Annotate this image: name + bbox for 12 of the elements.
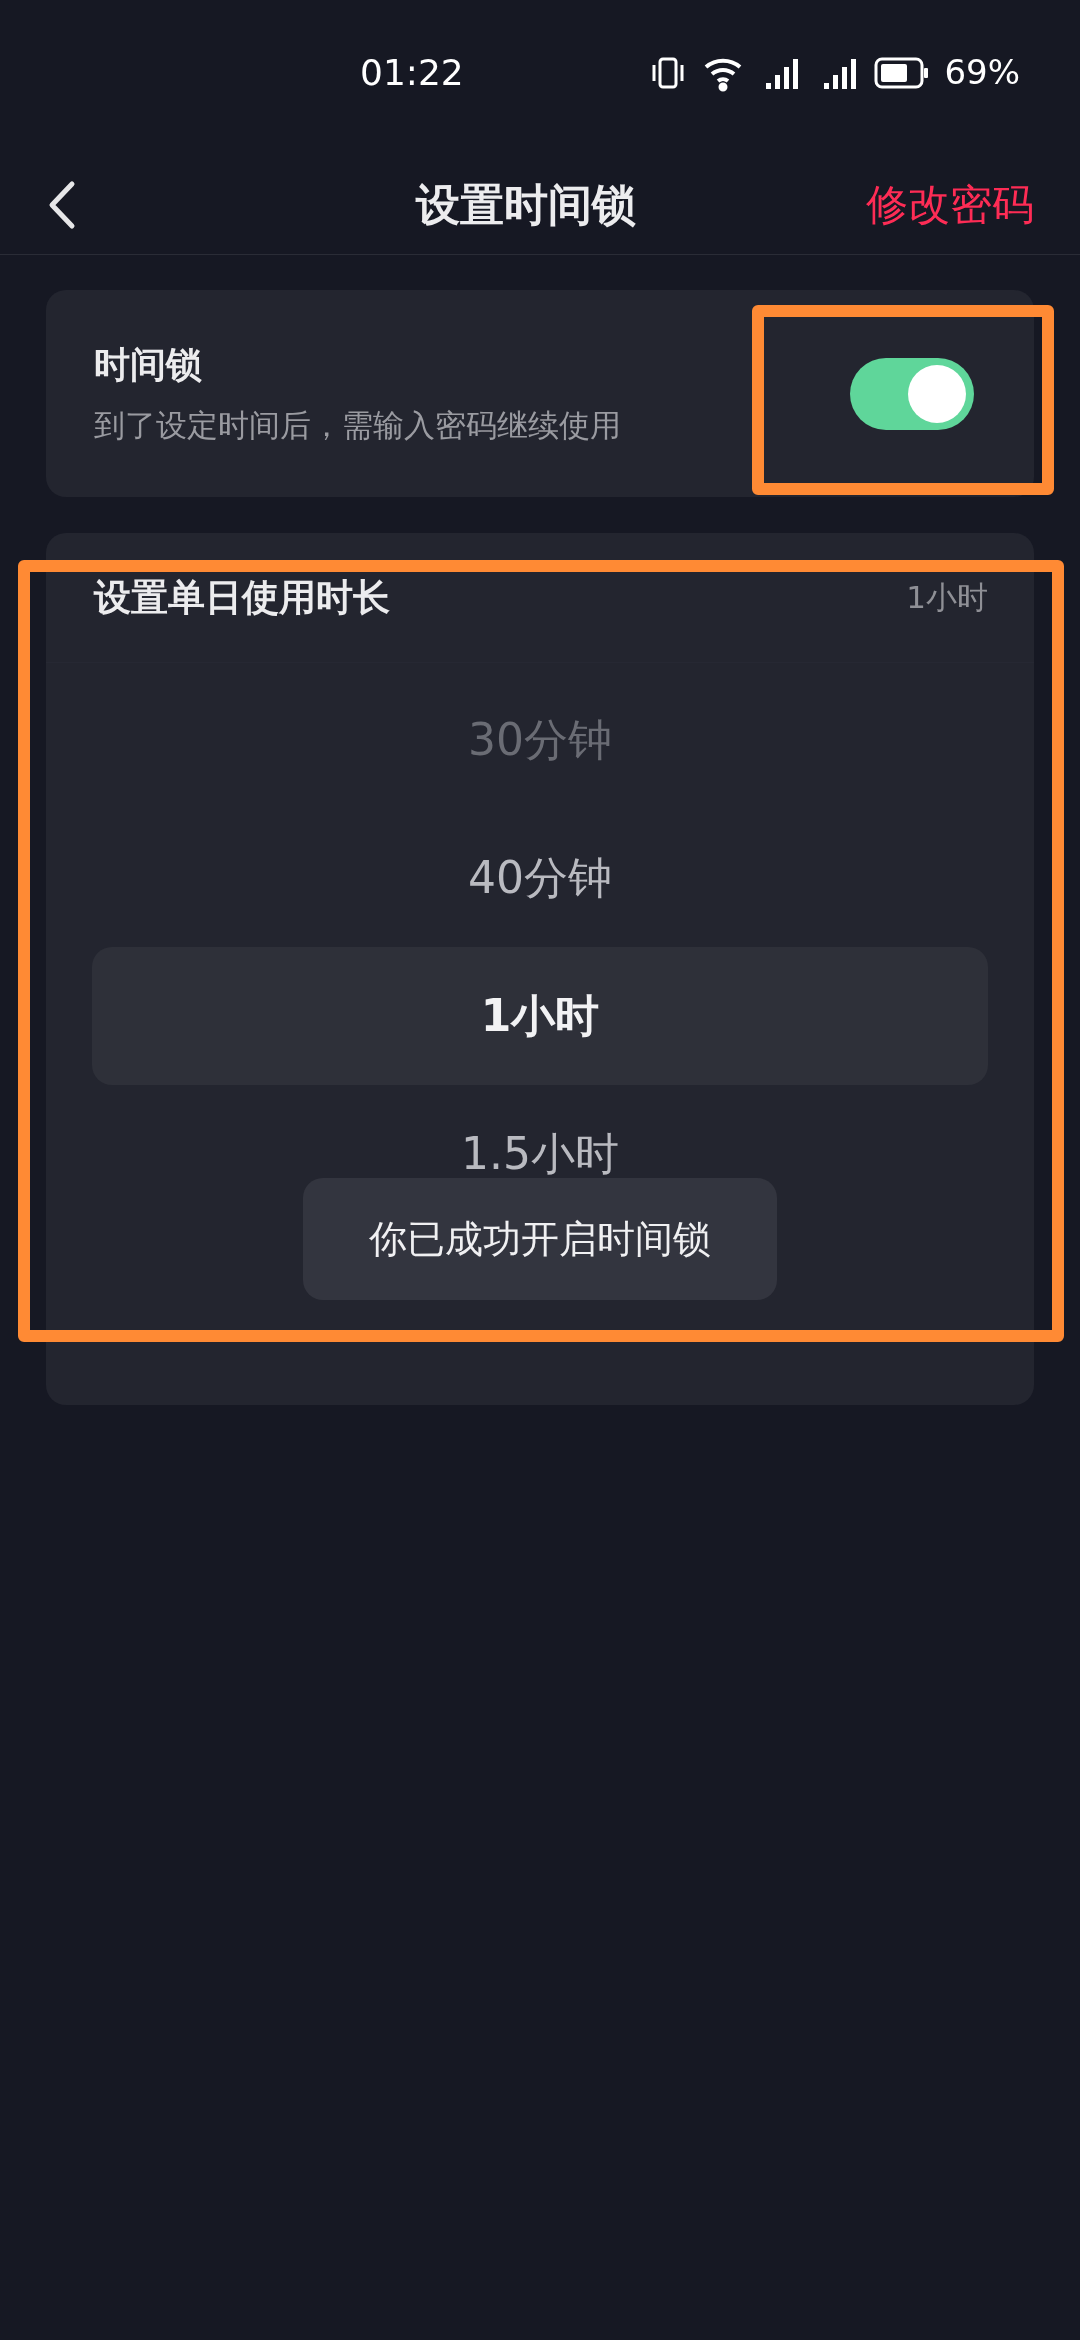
time-lock-description: 到了设定时间后，需输入密码继续使用: [94, 406, 622, 446]
duration-value: 1小时: [906, 578, 988, 618]
status-time: 01:22: [360, 50, 464, 95]
change-password-link[interactable]: 修改密码: [866, 173, 1034, 236]
success-toast: 你已成功开启时间锁: [303, 1178, 777, 1300]
battery-level: 69%: [944, 51, 1020, 94]
battery-icon: [874, 55, 931, 90]
time-lock-title: 时间锁: [94, 343, 203, 388]
page-title: 设置时间锁: [416, 177, 636, 232]
duration-option[interactable]: 1小时: [92, 947, 988, 1085]
duration-option[interactable]: 40分钟: [92, 809, 988, 947]
duration-title: 设置单日使用时长: [94, 574, 390, 621]
